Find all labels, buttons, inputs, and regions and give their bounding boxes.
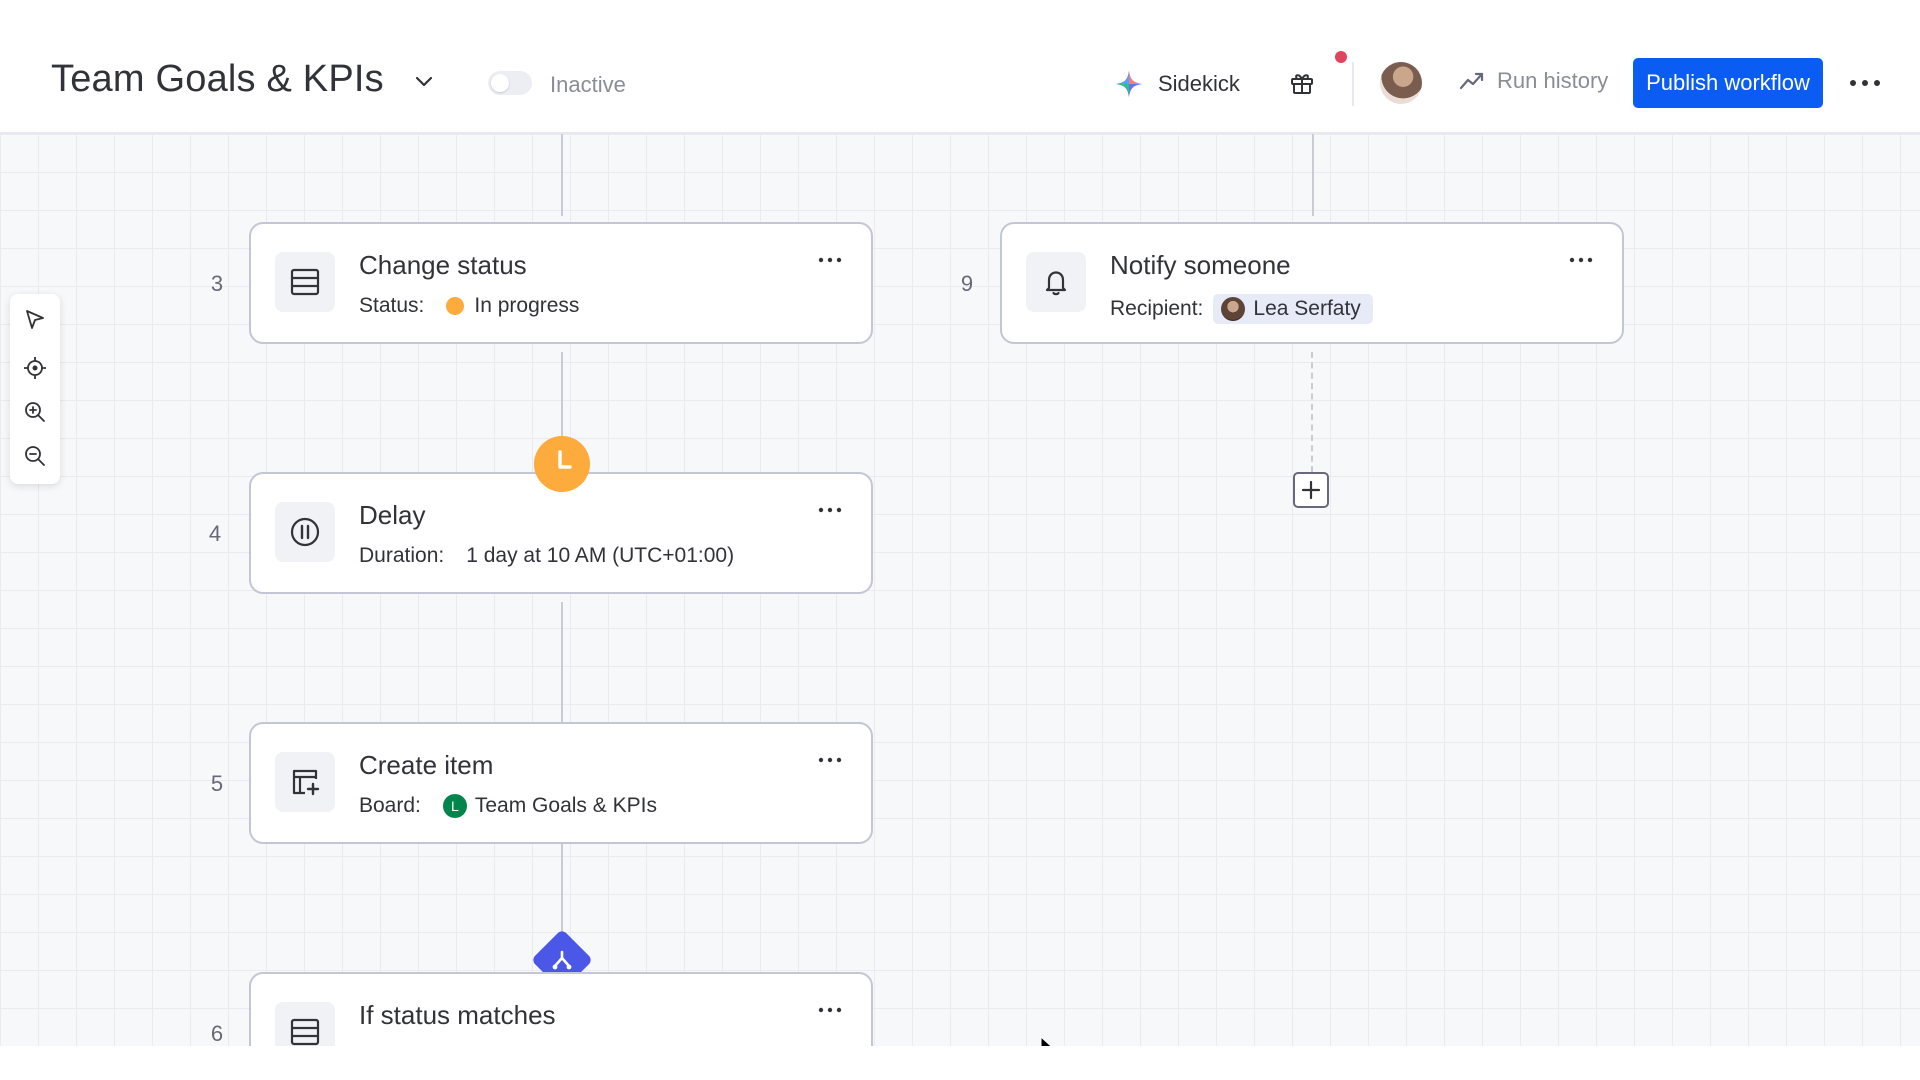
step-detail: Status: In progress (359, 294, 579, 318)
gift-icon[interactable] (1289, 70, 1315, 96)
duration-value[interactable]: 1 day at 10 AM (UTC+01:00) (466, 544, 734, 568)
more-options-icon[interactable] (817, 1004, 843, 1016)
trend-icon (1459, 72, 1484, 90)
sparkle-icon (1116, 71, 1142, 97)
step-detail: Board: L Team Goals & KPIs (359, 794, 657, 818)
step-number: 4 (208, 521, 222, 546)
more-options-icon[interactable] (817, 754, 843, 766)
pause-icon (275, 502, 335, 562)
status-value[interactable]: In progress (474, 294, 579, 318)
more-options-icon[interactable] (817, 504, 843, 516)
sidekick-label: Sidekick (1158, 71, 1240, 96)
more-options-icon[interactable] (1845, 70, 1885, 96)
add-step-button[interactable] (1293, 472, 1329, 508)
status-label: Inactive (550, 72, 626, 97)
field-label: Board: (359, 794, 421, 817)
avatar (1221, 297, 1246, 321)
chevron-down-icon[interactable] (412, 70, 436, 94)
step-number: 9 (960, 271, 974, 296)
step-title: Change status (359, 250, 527, 280)
clock-icon (534, 436, 590, 492)
more-options-icon[interactable] (817, 254, 843, 266)
connector-line (561, 352, 563, 436)
step-number: 5 (210, 771, 224, 796)
workflow-editor: Team Goals & KPIs Inactive Sidekick Run … (0, 0, 1920, 1046)
workflow-canvas[interactable]: 3 4 5 6 9 Change status Status: In progr… (0, 134, 1920, 1046)
step-title: If status matches (359, 1000, 556, 1030)
bell-icon (1026, 252, 1086, 312)
connector-line (561, 134, 563, 216)
canvas-toolbar (10, 294, 60, 484)
sidekick-button[interactable]: Sidekick (1114, 66, 1240, 102)
step-detail: Recipient: Lea Serfaty (1110, 294, 1373, 324)
status-dot (446, 297, 465, 315)
more-options-icon[interactable] (1568, 254, 1594, 266)
recipient-pill[interactable]: Lea Serfaty (1213, 294, 1373, 324)
step-title: Notify someone (1110, 250, 1291, 280)
connector-dashed-line (1311, 352, 1313, 472)
field-label: Duration: (359, 544, 445, 567)
run-history-button[interactable]: Run history (1459, 68, 1608, 94)
avatar[interactable] (1380, 62, 1422, 104)
step-card-notify-someone[interactable]: Notify someone Recipient: Lea Serfaty (1000, 222, 1624, 344)
connector-line (561, 852, 563, 938)
field-label: Status: (359, 294, 425, 317)
zoom-out-icon[interactable] (23, 444, 47, 468)
top-bar: Team Goals & KPIs Inactive Sidekick Run … (0, 0, 1920, 134)
active-toggle[interactable] (488, 71, 532, 95)
publish-workflow-button[interactable]: Publish workflow (1633, 58, 1823, 108)
table-icon (275, 1002, 335, 1046)
step-title: Create item (359, 750, 494, 780)
board-badge: L (442, 794, 467, 818)
create-item-icon (275, 752, 335, 812)
step-card-if-status-matches[interactable]: If status matches (249, 972, 873, 1046)
step-number: 6 (210, 1021, 224, 1046)
select-pointer-icon[interactable] (23, 308, 47, 332)
step-card-create-item[interactable]: Create item Board: L Team Goals & KPIs (249, 722, 873, 844)
plus-icon (1301, 480, 1321, 500)
notification-dot (1335, 51, 1347, 63)
table-icon (275, 252, 335, 312)
field-label: Recipient: (1110, 297, 1204, 320)
divider (1352, 62, 1354, 106)
workflow-title[interactable]: Team Goals & KPIs (51, 58, 384, 101)
step-number: 3 (210, 271, 224, 296)
step-title: Delay (359, 500, 426, 530)
run-history-label: Run history (1497, 68, 1609, 93)
connector-line (1312, 134, 1314, 216)
zoom-in-icon[interactable] (23, 400, 47, 424)
mouse-cursor-icon (1040, 1036, 1052, 1046)
step-detail: Duration: 1 day at 10 AM (UTC+01:00) (359, 544, 734, 568)
recenter-icon[interactable] (23, 356, 47, 380)
board-value[interactable]: Team Goals & KPIs (475, 794, 657, 818)
step-card-change-status[interactable]: Change status Status: In progress (249, 222, 873, 344)
recipient-name: Lea Serfaty (1253, 297, 1361, 320)
